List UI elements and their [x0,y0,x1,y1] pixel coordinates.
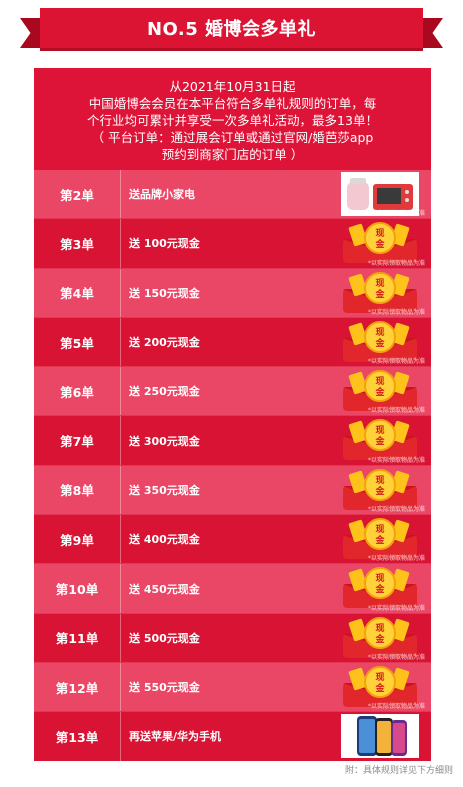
order-number: 第7单 [34,416,120,465]
reward-row: 第8单送 350元现金 现 金 *以实际领取物品为准 [34,465,431,516]
image-watermark: *以实际领取物品为准 [367,703,425,711]
footnote: 附：具体规则详见下方细则 [344,766,453,776]
order-number: 第4单 [34,268,120,317]
reward-row: 第2单 送品牌小家电 *以实际领取物品为准 [34,170,431,220]
reward-cell: 送 150元现金 现 金 *以实际领取物品为准 [120,268,431,317]
page-title: NO.5 婚博会多单礼 [146,19,317,40]
reward-label: 再送苹果/华为手机 [129,730,222,744]
reward-label: 送 450元现金 [129,582,200,596]
ribbon-band: NO.5 婚博会多单礼 [40,8,423,48]
svg-text:金: 金 [374,633,385,645]
svg-text:金: 金 [374,435,385,447]
order-number: 第11单 [34,613,120,662]
reward-label: 送 400元现金 [129,533,200,547]
reward-label: 送 250元现金 [129,385,200,399]
reward-row: 第4单送 150元现金 现 金 *以实际领取物品为准 [34,268,431,318]
intro-line: （ 平台订单：通过展会订单或通过官网/婚芭莎app [91,130,374,145]
phone-icon [341,714,419,759]
reward-row: 第13单 再送苹果/华为手机 [34,712,431,761]
reward-cell: 送 200元现金 现 金 *以实际领取物品为准 [120,317,431,367]
reward-label: 送品牌小家电 [129,188,195,202]
reward-row: 第11单送 500元现金 现 金 *以实际领取物品为准 [34,613,431,663]
intro-line: 个行业均可累计并享受一次多单礼活动，最多13单！ [87,113,378,128]
svg-text:金: 金 [374,238,385,250]
svg-text:现: 现 [375,228,384,239]
svg-text:现: 现 [375,475,384,486]
reward-label: 送 550元现金 [129,681,200,695]
svg-text:金: 金 [374,682,385,694]
order-number: 第5单 [34,317,120,367]
intro-line: 从2021年10月31日起 [169,79,296,94]
intro-text: 从2021年10月31日起 中国婚博会会员在本平台符合多单礼规则的订单，每 个行… [34,68,431,168]
svg-text:金: 金 [374,485,385,497]
order-number: 第10单 [34,564,120,613]
reward-label: 送 100元现金 [129,237,200,251]
reward-cell: 送 250元现金 现 金 *以实际领取物品为准 [120,367,431,416]
image-watermark: *以实际领取物品为准 [367,308,425,316]
image-watermark: *以实际领取物品为准 [367,407,425,415]
order-number: 第2单 [34,170,120,219]
order-number: 第8单 [34,465,120,515]
image-watermark: *以实际领取物品为准 [367,604,425,612]
svg-text:现: 现 [375,672,384,683]
title-ribbon: NO.5 婚博会多单礼 [20,8,443,52]
svg-text:现: 现 [375,376,384,387]
reward-cell: 送品牌小家电 *以实际领取物品为准 [120,170,431,219]
image-watermark: *以实际领取物品为准 [367,653,425,661]
reward-cell: 送 450元现金 现 金 *以实际领取物品为准 [120,564,431,613]
order-number: 第9单 [34,515,120,564]
reward-label: 送 500元现金 [129,631,200,645]
svg-text:现: 现 [375,425,384,436]
reward-row: 第12单送 550元现金 现 金 *以实际领取物品为准 [34,662,431,713]
svg-text:金: 金 [374,386,385,398]
svg-text:金: 金 [374,583,385,595]
reward-cell: 再送苹果/华为手机 [120,712,431,761]
order-number: 第13单 [34,712,120,761]
reward-cell: 送 550元现金 现 金 *以实际领取物品为准 [120,662,431,712]
reward-row: 第9单送 400元现金 现 金 *以实际领取物品为准 [34,515,431,565]
svg-text:金: 金 [374,288,385,300]
image-watermark: *以实际领取物品为准 [367,456,425,464]
rules-panel: 从2021年10月31日起 中国婚博会会员在本平台符合多单礼规则的订单，每 个行… [34,68,431,761]
order-number: 第3单 [34,219,120,268]
reward-cell: 送 500元现金 现 金 *以实际领取物品为准 [120,613,431,662]
image-watermark: *以实际领取物品为准 [367,555,425,563]
reward-cell: 送 300元现金 现 金 *以实际领取物品为准 [120,416,431,465]
reward-cell: 送 350元现金 现 金 *以实际领取物品为准 [120,465,431,515]
intro-line: 中国婚博会会员在本平台符合多单礼规则的订单，每 [88,96,377,111]
reward-row: 第10单送 450元现金 现 金 *以实际领取物品为准 [34,564,431,614]
order-number: 第6单 [34,367,120,416]
svg-text:金: 金 [374,534,385,546]
reward-label: 送 300元现金 [129,434,200,448]
reward-label: 送 200元现金 [129,336,200,350]
svg-text:金: 金 [374,337,385,349]
svg-text:现: 现 [375,278,384,289]
reward-row: 第3单送 100元现金 现 金 *以实际领取物品为准 [34,219,431,269]
svg-text:现: 现 [375,524,384,535]
image-watermark: *以实际领取物品为准 [367,259,425,267]
reward-label: 送 350元现金 [129,483,200,497]
svg-text:现: 现 [375,327,384,338]
reward-row: 第7单送 300元现金 现 金 *以实际领取物品为准 [34,416,431,466]
image-watermark: *以实际领取物品为准 [367,210,425,218]
order-number: 第12单 [34,662,120,712]
reward-table: 第2单 送品牌小家电 *以实际领取物品为准 第3单送 100元现金 现 金 *以实际… [34,170,431,761]
svg-text:现: 现 [375,623,384,634]
reward-cell: 送 400元现金 现 金 *以实际领取物品为准 [120,515,431,564]
reward-cell: 送 100元现金 现 金 *以实际领取物品为准 [120,219,431,268]
reward-label: 送 150元现金 [129,286,200,300]
svg-text:现: 现 [375,573,384,584]
image-watermark: *以实际领取物品为准 [367,358,425,366]
image-watermark: *以实际领取物品为准 [367,506,425,514]
reward-row: 第6单送 250元现金 现 金 *以实际领取物品为准 [34,367,431,417]
reward-row: 第5单送 200元现金 现 金 *以实际领取物品为准 [34,317,431,368]
intro-line: 预约到商家门店的订单 ） [161,147,304,162]
